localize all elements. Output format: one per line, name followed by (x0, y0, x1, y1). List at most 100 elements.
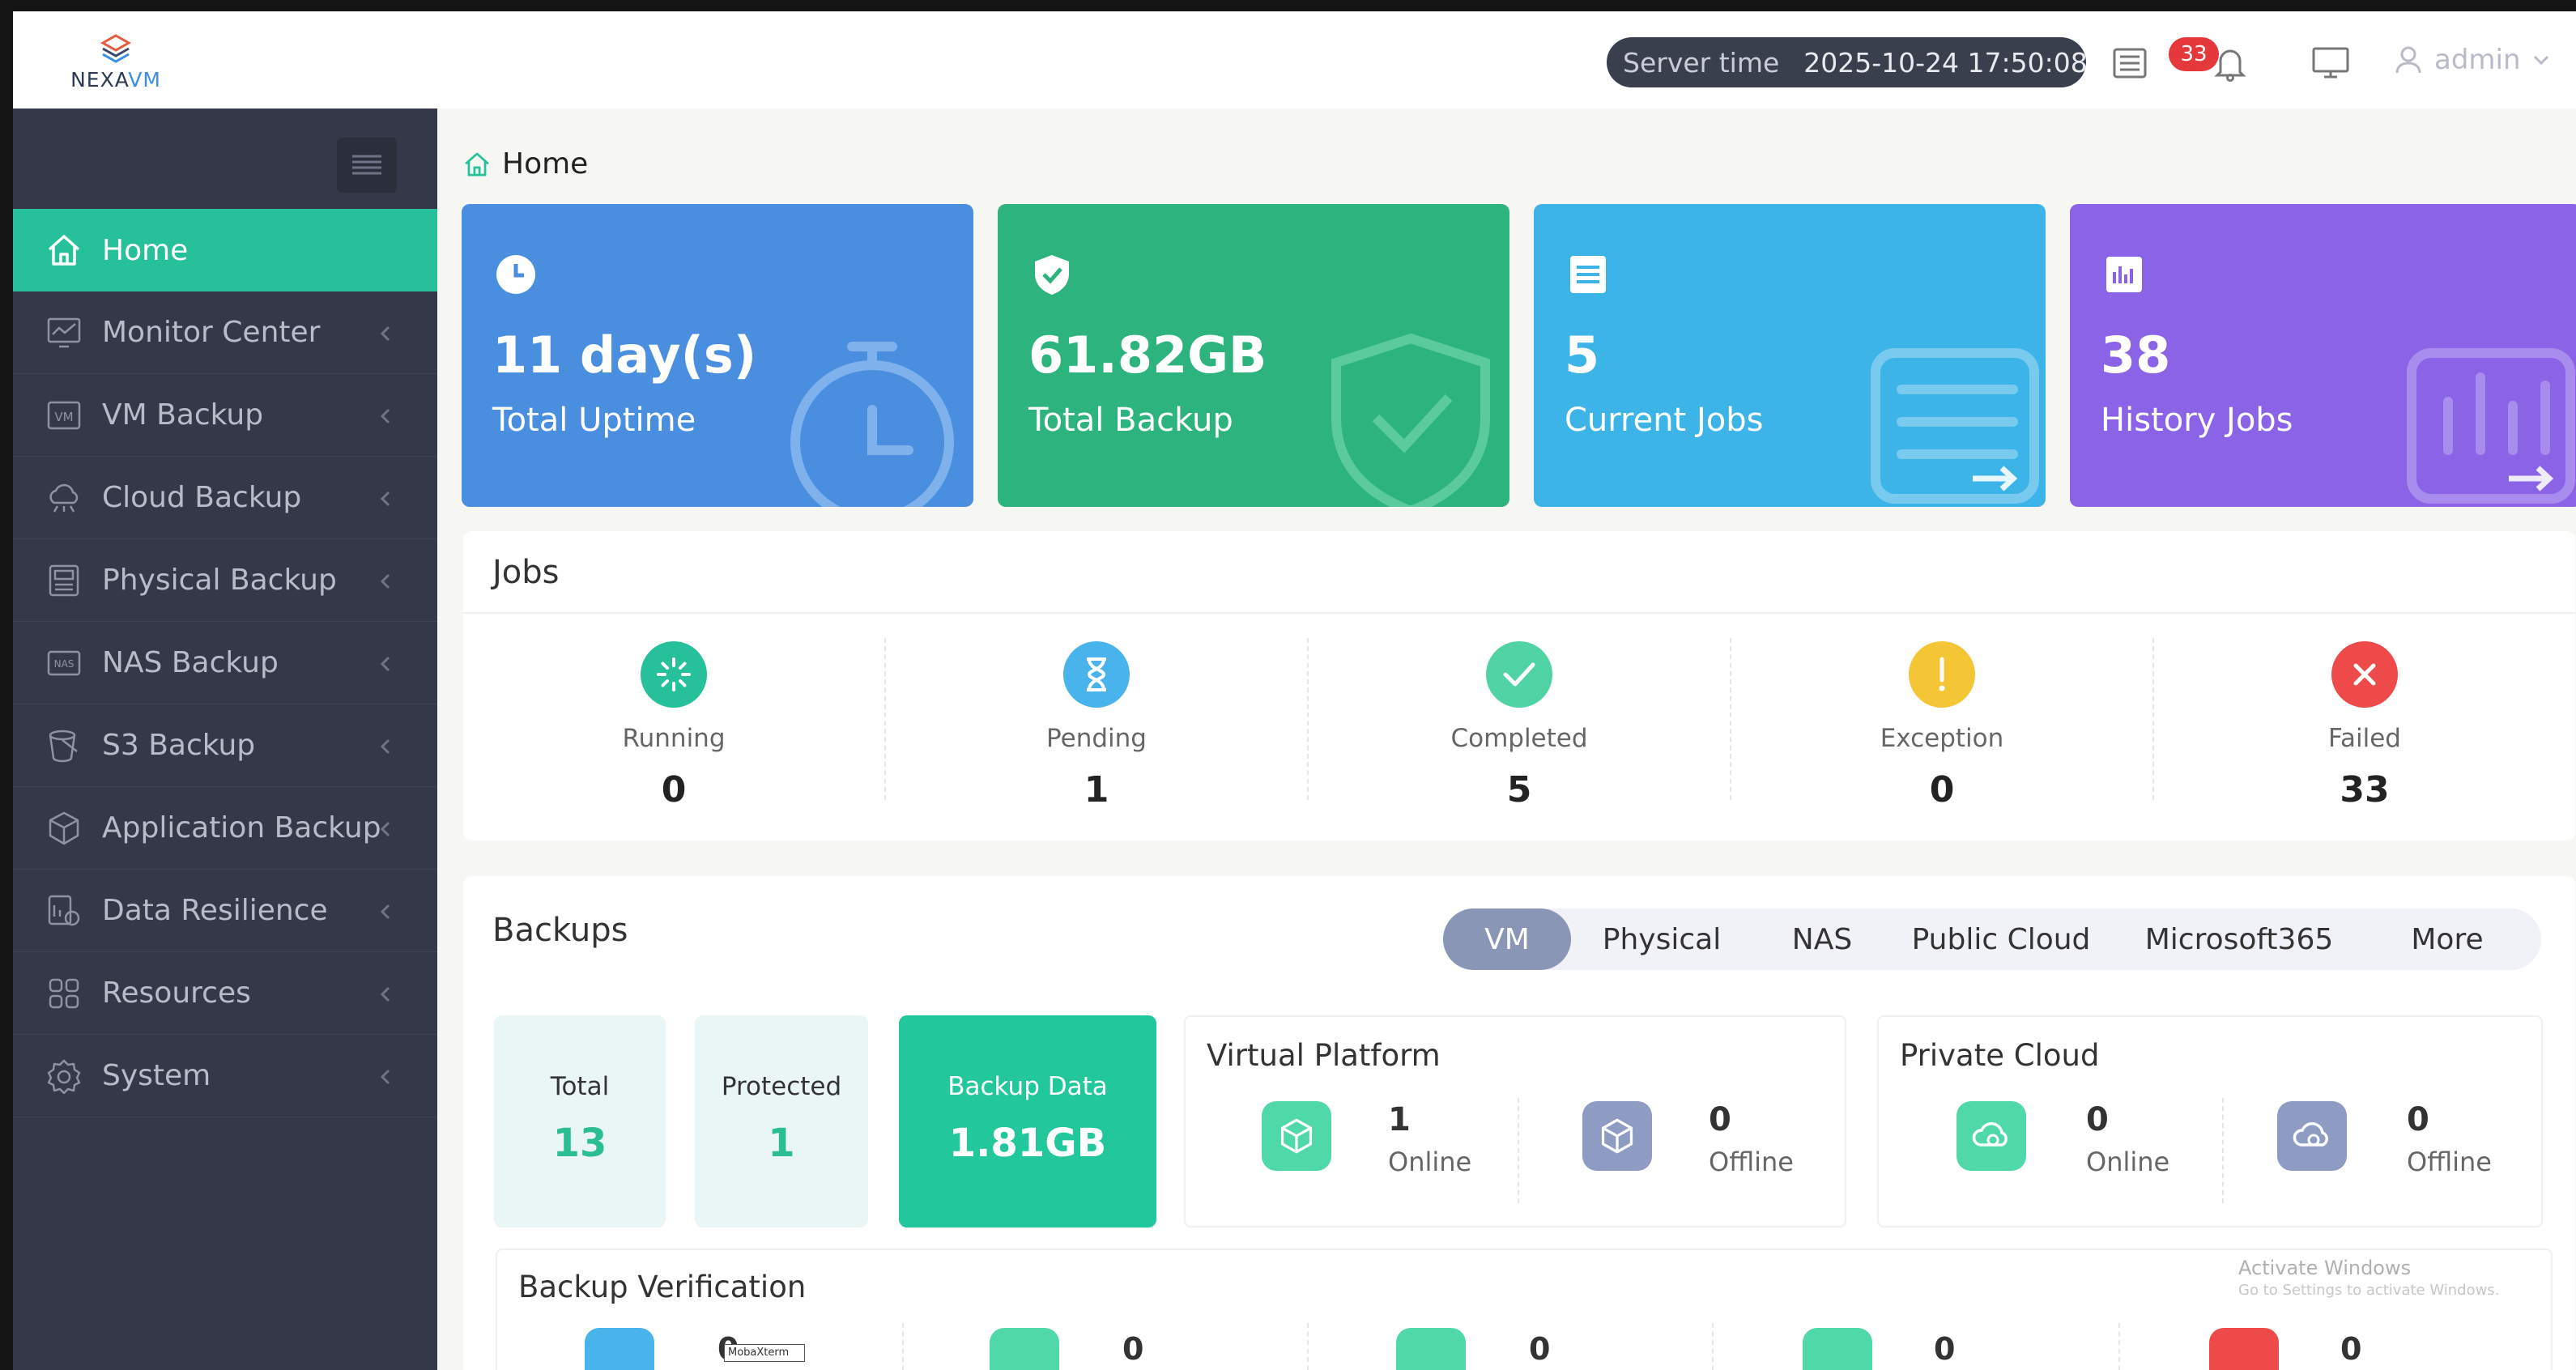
chevron-left-icon (380, 491, 390, 507)
tab-microsoft365[interactable]: Microsoft365 (2110, 908, 2368, 970)
verification-icon (585, 1328, 654, 1370)
mobaxterm-tooltip: MobaXterm (724, 1344, 805, 1362)
sidebar-collapse-button[interactable] (337, 138, 397, 193)
backup-data-box: Backup Data 1.81GB (899, 1015, 1156, 1227)
sidebar-item-s3-backup[interactable]: S3 Backup (13, 704, 437, 787)
stat-label: History Jobs (2101, 402, 2293, 439)
check-icon (1486, 641, 1552, 708)
backup-data-label: Backup Data (947, 1072, 1108, 1101)
verification-icon (1803, 1328, 1872, 1370)
brand-logo[interactable]: NEXAVM (55, 34, 177, 99)
job-count: 1 (1084, 769, 1109, 811)
sidebar-item-vm-backup[interactable]: VM VM Backup (13, 374, 437, 457)
stat-value: 5 (1565, 325, 1600, 385)
total-value: 13 (552, 1121, 607, 1166)
sidebar-item-home[interactable]: Home (13, 209, 437, 291)
tab-physical[interactable]: Physical (1571, 908, 1752, 970)
virtual-platform-card[interactable]: Virtual Platform 1 Online 0 Offline (1184, 1015, 1846, 1227)
chevron-down-icon (2533, 55, 2548, 66)
current-jobs-card[interactable]: 5 Current Jobs (1534, 204, 2046, 507)
stat-value: 61.82GB (1028, 325, 1267, 385)
protected-label: Protected (721, 1072, 842, 1101)
sidebar-item-physical-backup[interactable]: Physical Backup (13, 539, 437, 622)
divider (463, 612, 2575, 614)
divider (2222, 1098, 2224, 1203)
user-icon (2395, 46, 2421, 74)
cloud-sync-icon (1956, 1101, 2026, 1171)
sidebar-item-cloud-backup[interactable]: Cloud Backup (13, 457, 437, 539)
backup-verification-title: Backup Verification (518, 1270, 807, 1304)
job-failed[interactable]: Failed 33 (2154, 628, 2575, 823)
sidebar-item-label: VM Backup (102, 398, 264, 432)
user-menu[interactable]: admin (2394, 44, 2550, 76)
hamburger-icon (352, 155, 381, 175)
protected-value: 1 (768, 1121, 795, 1166)
tab-more[interactable]: More (2368, 908, 2527, 970)
cloud-icon (44, 478, 84, 518)
bucket-icon (44, 725, 84, 766)
bar-chart-arrow-icon (2407, 348, 2575, 504)
verification-count: 0 (1529, 1331, 1551, 1367)
home-icon (44, 230, 84, 270)
tab-public-cloud[interactable]: Public Cloud (1892, 908, 2110, 970)
sidebar-item-monitor-center[interactable]: Monitor Center (13, 291, 437, 374)
jobs-panel: Jobs Running 0 Pending 1 Completed 5 Exc… (463, 531, 2575, 840)
job-count: 0 (661, 769, 687, 811)
chevron-left-icon (380, 821, 390, 837)
display-icon[interactable] (2310, 42, 2352, 84)
job-label: Completed (1450, 724, 1588, 753)
sidebar-item-nas-backup[interactable]: NAS NAS Backup (13, 622, 437, 704)
task-list-icon[interactable] (2109, 42, 2151, 84)
sidebar-item-label: System (102, 1059, 211, 1092)
online-label: Online (2086, 1147, 2170, 1177)
grid-icon (44, 973, 84, 1014)
tab-vm[interactable]: VM (1443, 908, 1571, 970)
uptime-card[interactable]: 11 day(s) Total Uptime (462, 204, 973, 507)
jobs-title: Jobs (492, 554, 560, 591)
server-time-pill: Server time 2025-10-24 17:50:08 (1607, 37, 2088, 87)
total-backup-card[interactable]: 61.82GB Total Backup (998, 204, 1509, 507)
home-icon (465, 152, 489, 176)
sidebar-item-label: Cloud Backup (102, 481, 302, 514)
watermark-line2: Go to Settings to activate Windows. (2238, 1282, 2500, 1299)
divider (902, 1323, 904, 1370)
gear-icon (44, 1056, 84, 1096)
sidebar-item-application-backup[interactable]: Application Backup (13, 787, 437, 870)
exclamation-icon (1909, 641, 1975, 708)
x-icon (2331, 641, 2398, 708)
notification-badge[interactable]: 33 (2169, 37, 2219, 71)
sidebar-item-label: Home (102, 233, 189, 267)
job-pending[interactable]: Pending 1 (886, 628, 1307, 823)
app-cube-icon (44, 808, 84, 849)
hourglass-icon (1063, 641, 1130, 708)
job-exception[interactable]: Exception 0 (1731, 628, 2152, 823)
job-label: Exception (1880, 724, 2004, 753)
brand-name: NEXAVM (55, 68, 177, 91)
private-cloud-card[interactable]: Private Cloud 0 Online 0 Offline (1877, 1015, 2543, 1227)
breadcrumb-home[interactable]: Home (502, 147, 588, 181)
logo-icon (100, 34, 132, 63)
job-running[interactable]: Running 0 (463, 628, 884, 823)
verification-count: 0 (1122, 1331, 1144, 1367)
job-completed[interactable]: Completed 5 (1309, 628, 1730, 823)
tab-nas[interactable]: NAS (1752, 908, 1892, 970)
sidebar-item-label: Monitor Center (102, 316, 321, 349)
user-name: admin (2434, 44, 2521, 76)
sidebar-item-data-resilience[interactable]: Data Resilience (13, 870, 437, 952)
verification-icon (990, 1328, 1059, 1370)
divider (1518, 1098, 1519, 1203)
sidebar-item-system[interactable]: System (13, 1035, 437, 1117)
sidebar-item-label: Application Backup (102, 811, 381, 845)
shield-check-icon (1035, 255, 1069, 295)
brand-name-part2: VM (128, 68, 161, 91)
svg-text:VM: VM (54, 410, 73, 424)
history-jobs-card[interactable]: 38 History Jobs (2070, 204, 2576, 507)
cube-icon (1582, 1101, 1652, 1171)
stat-value: 38 (2101, 325, 2171, 385)
sidebar-item-resources[interactable]: Resources (13, 952, 437, 1035)
sidebar-item-label: NAS Backup (102, 646, 279, 679)
divider (1712, 1323, 1714, 1370)
private-cloud-title: Private Cloud (1900, 1038, 2100, 1073)
job-label: Running (622, 724, 726, 753)
verification-icon (2209, 1328, 2279, 1370)
